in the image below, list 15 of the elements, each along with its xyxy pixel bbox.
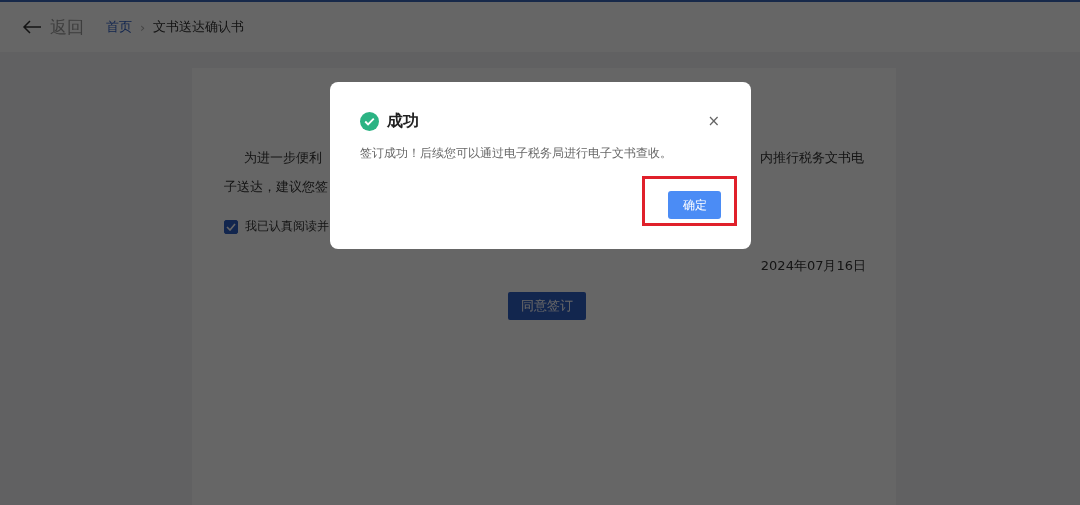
dialog-message: 签订成功！后续您可以通过电子税务局进行电子文书查收。: [360, 145, 673, 162]
agree-sign-button[interactable]: 同意签订: [508, 292, 586, 320]
paragraph-text: 子送达，建议您签: [224, 178, 328, 196]
breadcrumb-item[interactable]: 文书送达确认书: [153, 18, 245, 36]
success-check-icon: [360, 111, 379, 131]
agreement-label: 我已认真阅读并: [245, 218, 329, 235]
dialog-title: 成功: [387, 110, 419, 132]
breadcrumb-item[interactable]: 首页: [106, 18, 132, 36]
back-arrow-icon: [22, 20, 42, 34]
date-text: 2024年07月16日: [760, 257, 866, 275]
confirm-button[interactable]: 确定: [668, 191, 721, 219]
agreement-checkbox[interactable]: [224, 219, 238, 234]
close-button[interactable]: ×: [705, 112, 722, 130]
breadcrumb-separator: ›: [140, 19, 146, 35]
paragraph-text: 内推行税务文书电: [760, 149, 864, 167]
